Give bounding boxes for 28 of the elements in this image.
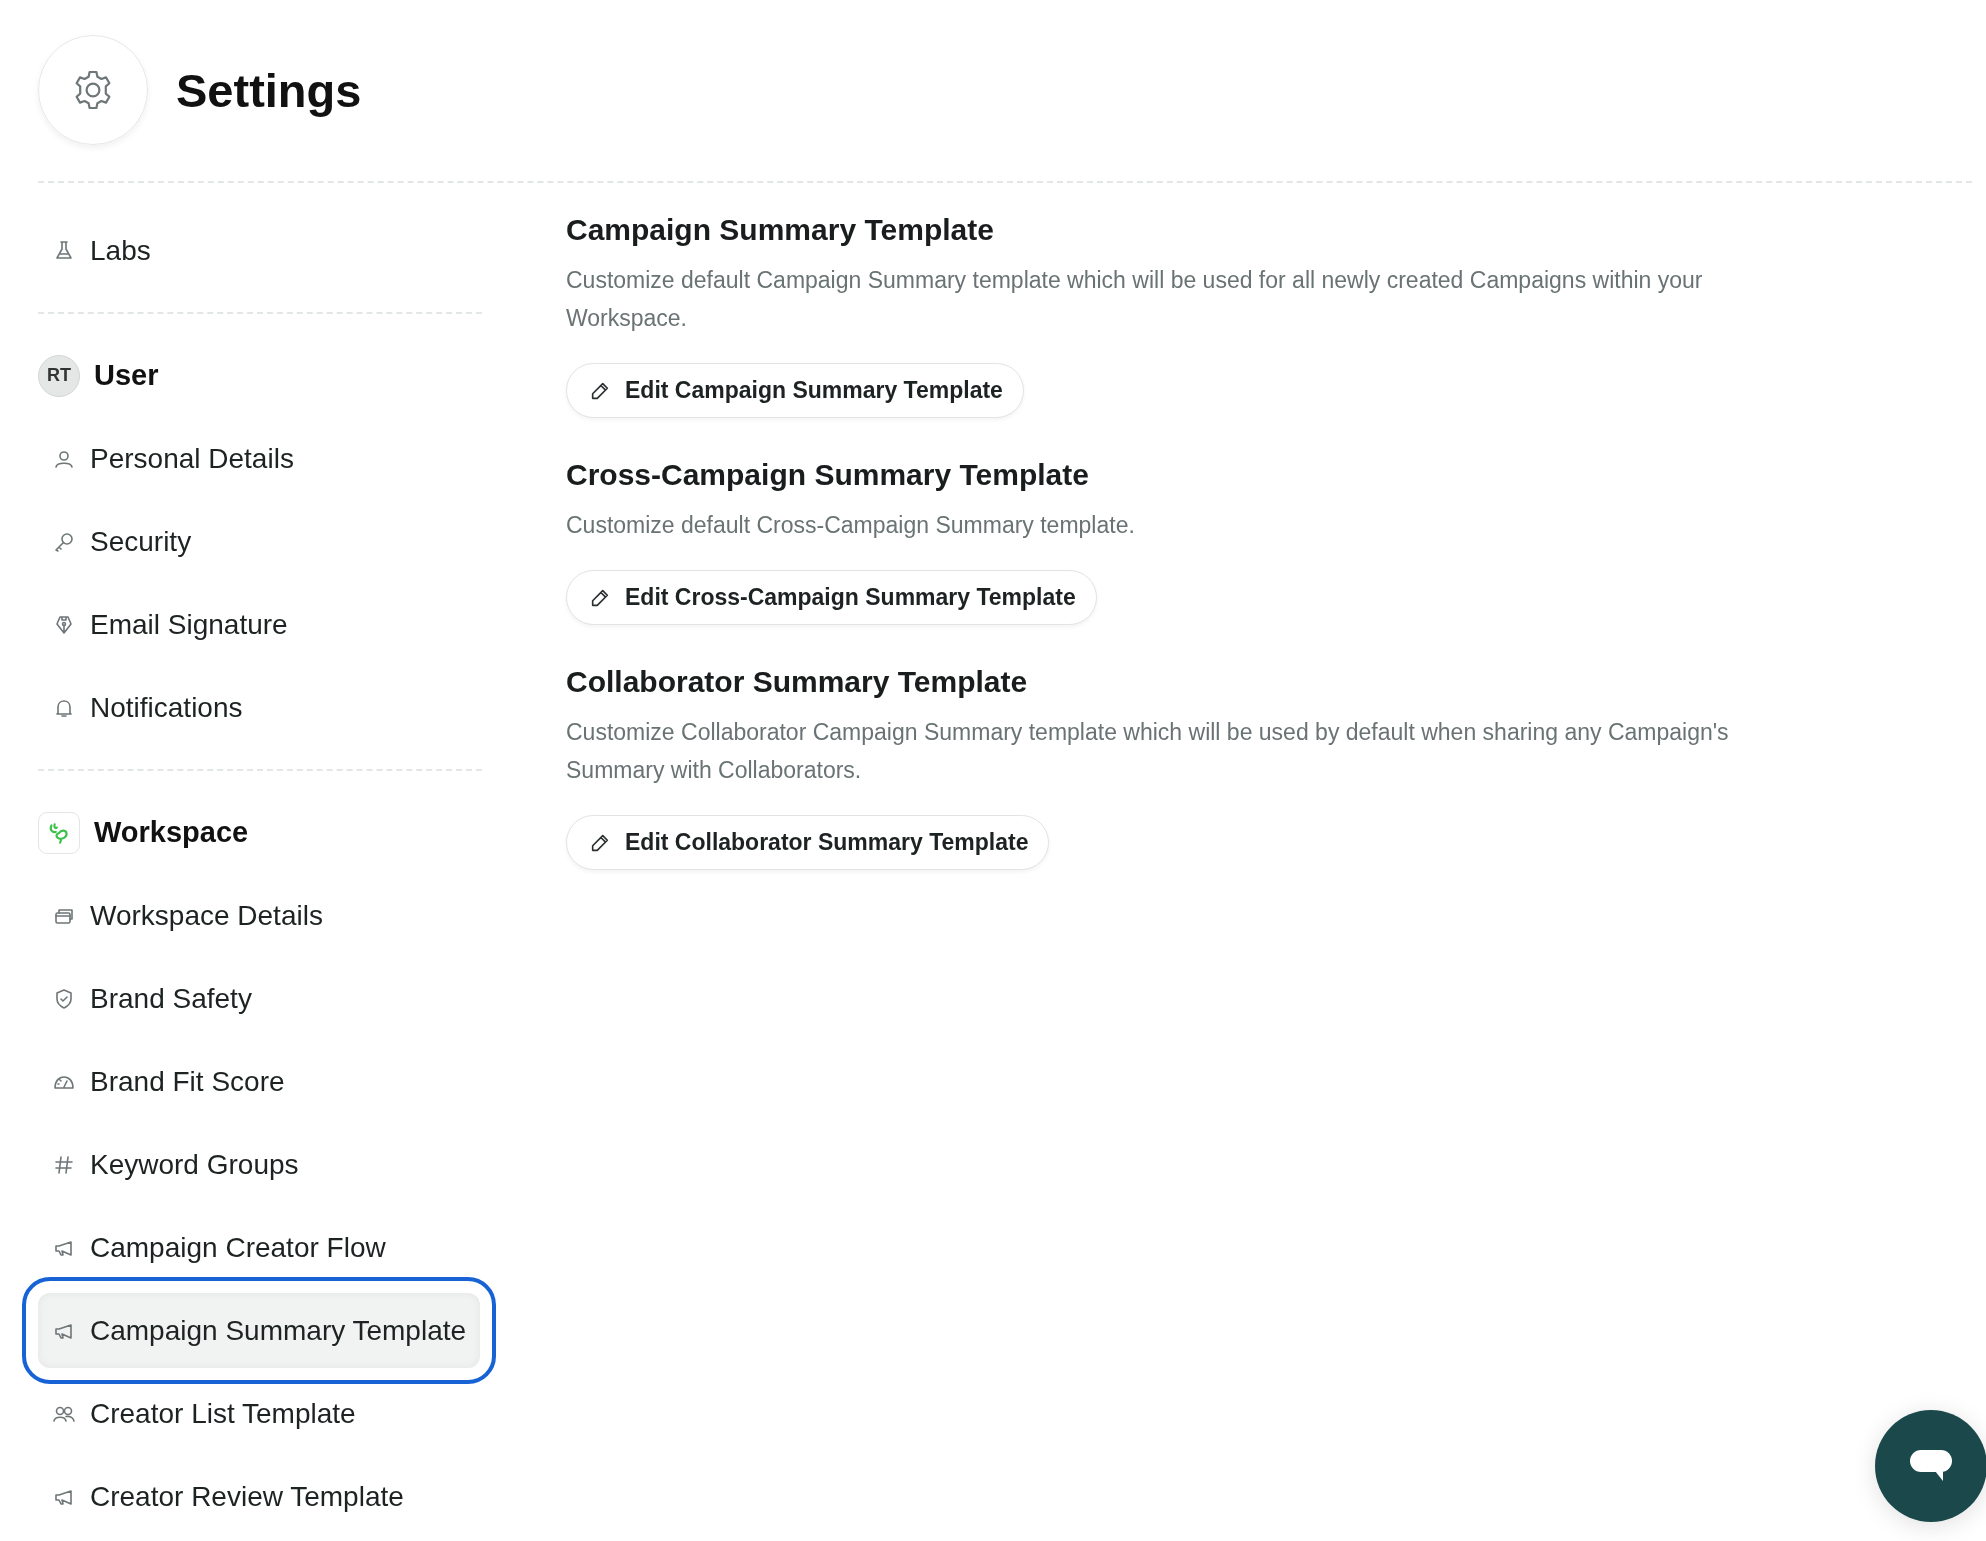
sidebar-item[interactable]: Campaign Summary Template — [38, 1293, 480, 1368]
user-avatar: RT — [38, 354, 80, 397]
section-description: Customize default Cross-Campaign Summary template. — [566, 511, 1136, 540]
section-heading: User — [94, 359, 159, 392]
sidebar-item[interactable]: Personal Details — [38, 417, 480, 500]
sidebar-item[interactable]: Keyword Groups — [38, 1123, 480, 1206]
sidebar-item[interactable]: Security — [38, 500, 480, 583]
sidebar-item[interactable]: Notifications — [38, 666, 480, 749]
sidebar-item[interactable]: Labs — [38, 209, 480, 292]
sidebar-item[interactable]: Workspace Details — [38, 874, 480, 957]
section-heading: Workspace — [94, 816, 249, 849]
workspace-logo — [38, 811, 80, 854]
sidebar-item[interactable]: Creator Review Template — [38, 1455, 480, 1538]
edit-button[interactable]: Edit Collaborator Summary Template — [566, 815, 1050, 870]
page-title: Settings — [176, 62, 362, 118]
sidebar-item[interactable]: Campaign Creator Flow — [38, 1206, 480, 1289]
sidebar-item[interactable]: Brand Safety — [38, 957, 480, 1040]
sidebar-item[interactable]: Email Signature — [38, 583, 480, 666]
section-title: Cross-Campaign Summary Template — [566, 458, 1090, 492]
section-title: Campaign Summary Template — [566, 213, 995, 247]
edit-button[interactable]: Edit Campaign Summary Template — [566, 363, 1024, 418]
chat-bubble-icon — [1909, 1449, 1953, 1483]
section-description: Customize Collaborator Campaign Summary template which will be used by default when sharing any Campaign's Summary with Collaborators. — [566, 718, 1730, 785]
sidebar-item[interactable]: Brand Fit Score — [38, 1040, 480, 1123]
sidebar-item[interactable]: Creator List Template — [38, 1372, 480, 1455]
section-title: Collaborator Summary Template — [566, 665, 1029, 699]
section-description: Customize default Campaign Summary template which will be used for all newly created Campaigns within your Workspace. — [566, 266, 1704, 333]
edit-button[interactable]: Edit Cross-Campaign Summary Template — [566, 570, 1097, 625]
